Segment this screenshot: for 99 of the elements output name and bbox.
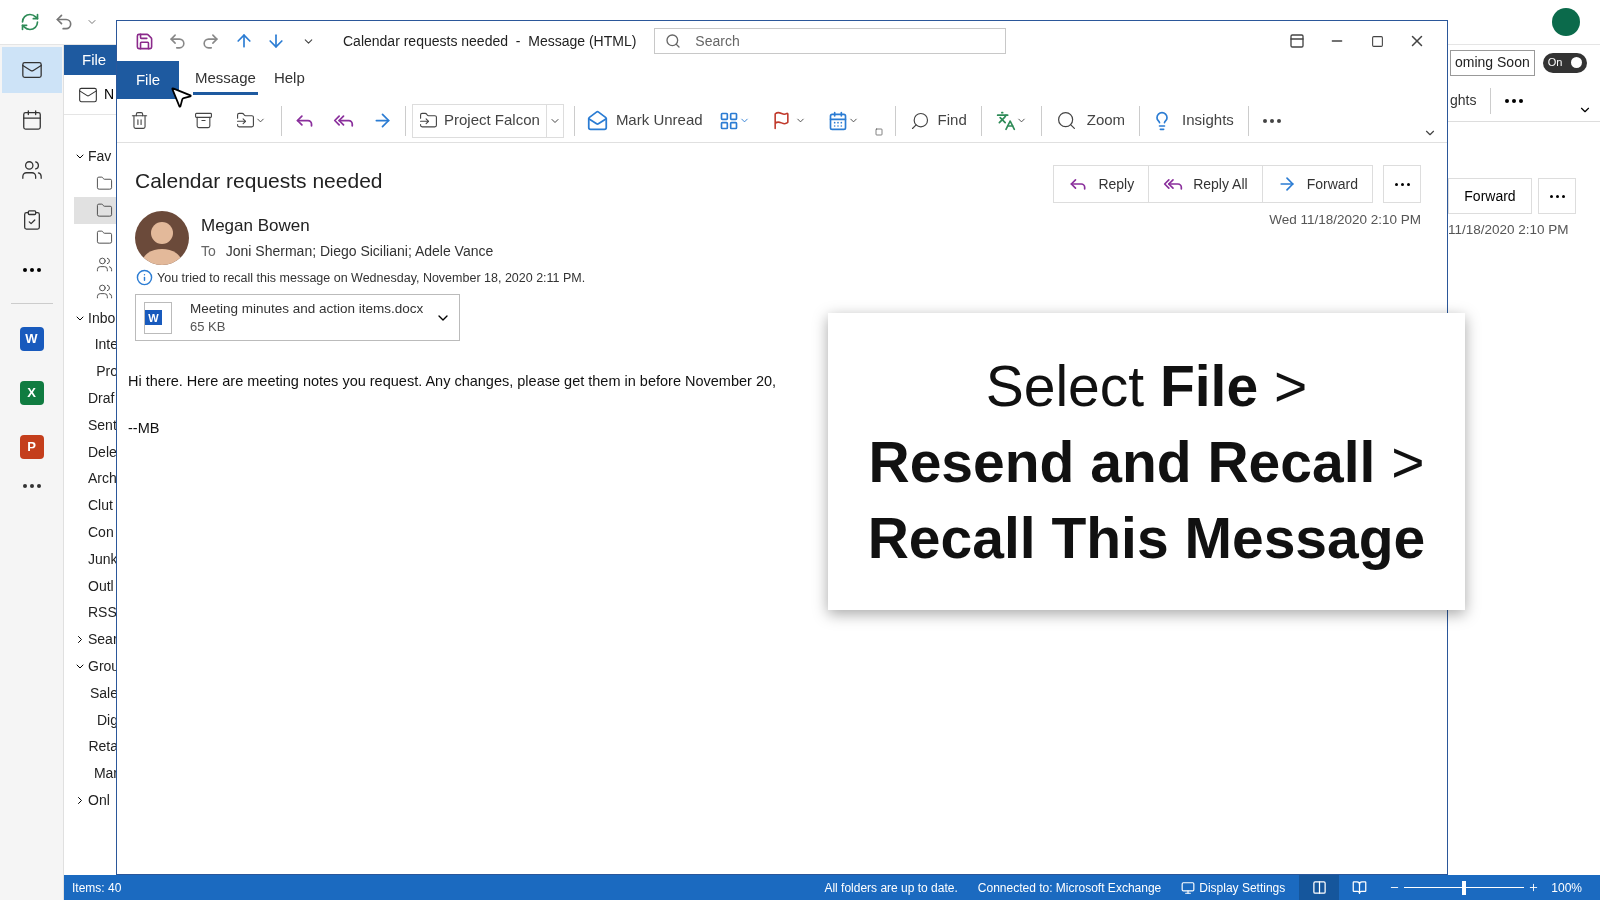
folder-label[interactable]: Fav <box>88 145 112 167</box>
mark-unread-button[interactable]: Mark Unread <box>586 109 703 132</box>
ribbon-tab[interactable]: Message <box>193 65 258 95</box>
folder-label[interactable]: Onl <box>88 790 110 812</box>
monitor-icon <box>1181 880 1196 895</box>
more-icon <box>1394 182 1410 186</box>
find-button[interactable]: Find <box>909 109 967 132</box>
message-action-button[interactable]: Forward <box>1261 166 1372 202</box>
archive-icon[interactable] <box>193 111 213 130</box>
folder-label[interactable]: Inbo <box>88 307 116 329</box>
insights-button[interactable]: Insights <box>1152 109 1234 132</box>
folder-label[interactable]: RSS <box>88 602 117 624</box>
folder-label[interactable]: Sear <box>88 629 118 651</box>
app-icon[interactable]: P <box>19 435 44 459</box>
sync-status: All folders are up to date. <box>824 879 958 897</box>
more-icon <box>1549 194 1565 198</box>
folder-icon <box>96 228 113 246</box>
new-email-label[interactable]: N <box>104 84 115 105</box>
more-icon <box>22 268 41 272</box>
folder-icon <box>96 174 113 192</box>
undo-icon[interactable] <box>54 12 74 32</box>
display-settings-button[interactable]: Display Settings <box>1181 878 1286 897</box>
more-icon[interactable] <box>1262 118 1281 123</box>
body-paragraph: --MB <box>128 419 160 438</box>
folder-label[interactable]: Arch <box>88 468 117 490</box>
group-icon <box>96 282 113 300</box>
insights-label[interactable]: ghts <box>1450 90 1477 111</box>
folder-label[interactable]: Mar <box>93 763 118 785</box>
attachment-name: Meeting minutes and action items.docx <box>190 299 425 318</box>
to-label: To <box>201 241 216 261</box>
message-subject: Calendar requests needed <box>135 168 384 194</box>
folder-label[interactable]: Clut <box>88 495 113 517</box>
recipients[interactable]: Joni Sherman; Diego Siciliani; Adele Vance <box>225 240 494 262</box>
info-icon <box>136 269 153 287</box>
instruction-caption: Select File > Resend and Recall > Recall This Message <box>867 352 1426 572</box>
tags-icon[interactable] <box>827 110 859 131</box>
folder-label[interactable]: Sale <box>89 682 118 704</box>
sender-name[interactable]: Megan Bowen <box>201 213 494 239</box>
flag-icon[interactable] <box>771 111 806 130</box>
word-document-icon: W <box>144 301 172 334</box>
message-action-button[interactable]: Reply <box>1054 166 1149 202</box>
mail-icon <box>20 59 43 81</box>
file-tab[interactable]: File <box>117 61 179 99</box>
folder-label[interactable]: Dele <box>88 441 117 463</box>
coming-soon-button[interactable]: oming Soon <box>1450 49 1535 76</box>
categorize-icon[interactable] <box>718 110 750 131</box>
attachment-card[interactable]: W Meeting minutes and action items.docx 65 KB <box>135 294 460 342</box>
ribbon-tab[interactable]: Help <box>271 65 307 95</box>
rail-item[interactable] <box>1 47 62 93</box>
group-icon <box>96 255 113 273</box>
book-icon <box>1351 880 1367 895</box>
recall-notice: You tried to recall this message on Wednesday, November 18, 2020 2:11 PM. <box>157 269 586 287</box>
folder-label[interactable]: Draf <box>88 388 115 410</box>
folder-icon <box>96 201 113 219</box>
refresh-icon[interactable] <box>20 12 40 32</box>
search-field[interactable]: Search <box>654 28 1007 54</box>
sender-avatar <box>135 210 189 265</box>
message-date: 11/18/2020 2:10 PM <box>1448 221 1570 239</box>
more-icon[interactable] <box>22 484 41 488</box>
redo-icon[interactable] <box>201 31 220 51</box>
undo-icon[interactable] <box>168 31 187 51</box>
folder-label[interactable]: Con <box>88 522 114 544</box>
folder-label[interactable]: Sent <box>88 414 117 436</box>
message-date: Wed 11/18/2020 2:10 PM <box>1269 211 1421 229</box>
envelope-icon <box>586 110 608 131</box>
forward-button[interactable]: Forward <box>1448 178 1532 214</box>
view-button[interactable] <box>1299 875 1340 900</box>
save-icon[interactable] <box>135 31 154 51</box>
people-icon <box>20 159 43 181</box>
columns-icon <box>1311 880 1327 895</box>
folder-arrow-icon <box>419 111 438 130</box>
delete-icon[interactable] <box>129 111 149 130</box>
favorite-item[interactable] <box>74 196 118 224</box>
item-count: Items: 40 <box>72 879 122 897</box>
app-icon[interactable]: W <box>19 327 44 351</box>
zoom-in-icon[interactable] <box>1528 882 1540 893</box>
more-icon[interactable] <box>1505 98 1524 103</box>
file-tab[interactable]: File <box>64 45 118 75</box>
magnifier-icon <box>1055 110 1077 131</box>
zoom-slider[interactable] <box>1404 880 1525 895</box>
message-action-button[interactable]: Reply All <box>1148 166 1262 202</box>
dialog-launcher-icon[interactable] <box>874 127 883 136</box>
folder-label[interactable]: Outl <box>88 575 114 597</box>
connection-status: Connected to: Microsoft Exchange <box>977 879 1162 897</box>
folder-label[interactable]: Junk <box>88 548 118 570</box>
avatar[interactable] <box>1552 8 1580 36</box>
app-icon[interactable]: X <box>19 381 44 405</box>
zoom-level[interactable]: 100% <box>1551 878 1582 897</box>
quick-step-button[interactable]: Project Falcon <box>412 103 564 138</box>
search-icon <box>909 110 930 131</box>
attachment-size: 65 KB <box>190 317 227 336</box>
calendar-icon <box>20 109 43 131</box>
zoom-button[interactable]: Zoom <box>1055 109 1126 132</box>
folder-label[interactable]: Inte <box>94 334 118 356</box>
body-paragraph: Hi there. Here are meeting notes you request. Any changes, please get them in before November 20, <box>128 372 777 392</box>
toggle-switch[interactable]: On <box>1542 52 1587 73</box>
search-icon <box>665 33 682 49</box>
translate-icon[interactable] <box>995 110 1027 131</box>
window-title: Calendar requests needed - Message (HTML) <box>343 31 637 51</box>
